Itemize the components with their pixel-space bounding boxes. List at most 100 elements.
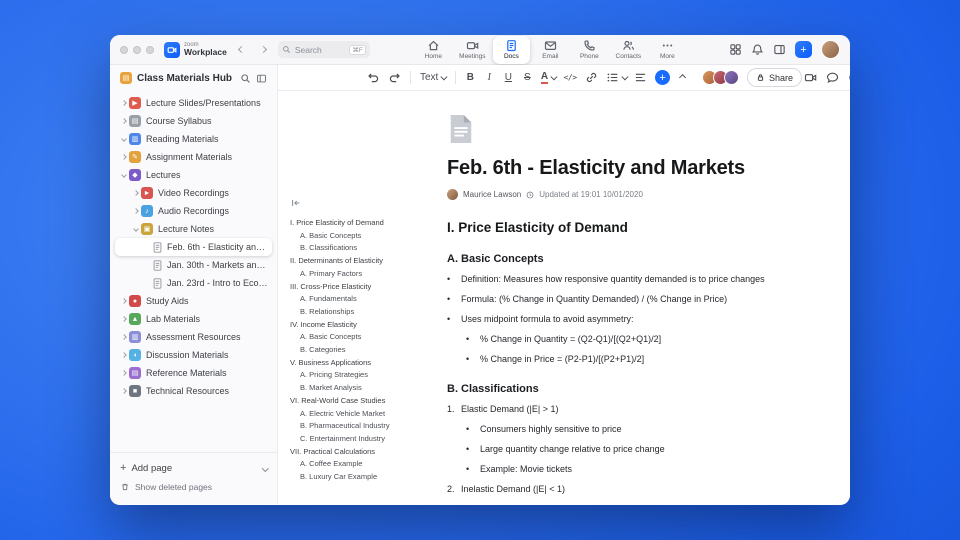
expand-chevron-icon[interactable] (119, 118, 129, 124)
outline-item[interactable]: A. Coffee Example (290, 458, 442, 471)
sidebar-item[interactable]: Feb. 6th - Elasticity and M… (115, 238, 272, 256)
text-color-button[interactable]: A (538, 69, 559, 87)
sidebar-item[interactable]: Jan. 30th - Markets and P… (115, 256, 272, 274)
expand-chevron-icon[interactable] (131, 190, 141, 196)
sidebar-search-icon[interactable] (240, 73, 251, 84)
show-deleted-pages-button[interactable]: Show deleted pages (120, 478, 267, 496)
doc-block[interactable]: • Consumers highly sensitive to price (466, 423, 821, 436)
outline-item[interactable]: V. Business Applications (290, 357, 442, 370)
outline-item[interactable]: A. Pricing Strategies (290, 369, 442, 382)
doc-block[interactable]: • Example: Movie tickets (466, 463, 821, 476)
close-button[interactable] (120, 45, 128, 54)
list-button[interactable] (603, 69, 630, 87)
collaborator-avatar[interactable] (724, 70, 740, 85)
doc-block[interactable]: 2. Inelastic Demand (|E| < 1) (447, 483, 821, 496)
tab-more[interactable]: More (649, 36, 686, 64)
collapse-toolbar-button[interactable] (675, 69, 692, 87)
outline-item[interactable]: VI. Real-World Case Studies (290, 395, 442, 408)
outline-item[interactable]: A. Basic Concepts (290, 230, 442, 243)
share-button[interactable]: Share (747, 68, 803, 87)
sidebar-item[interactable]: ◆ Lectures (115, 166, 272, 184)
expand-chevron-icon[interactable] (143, 281, 153, 285)
expand-chevron-icon[interactable] (131, 226, 141, 232)
outline-item[interactable]: A. Primary Factors (290, 268, 442, 281)
sidebar-item[interactable]: ▣ Lecture Notes (115, 220, 272, 238)
expand-chevron-icon[interactable] (131, 208, 141, 214)
outline-item[interactable]: III. Cross-Price Elasticity (290, 281, 442, 294)
sidebar-item[interactable]: ✎ Assignment Materials (115, 148, 272, 166)
outline-item[interactable]: B. Luxury Car Example (290, 471, 442, 484)
sidebar-item[interactable]: ■ Technical Resources (115, 382, 272, 400)
document-scroll-area[interactable]: I. Price Elasticity of Demand A. Basic Co… (278, 91, 850, 504)
sidebar-item[interactable]: ◖ Discussion Materials (115, 346, 272, 364)
bold-button[interactable]: B (462, 69, 479, 87)
tab-meetings[interactable]: Meetings (454, 36, 491, 64)
outline-item[interactable]: B. Pharmaceutical Industry (290, 420, 442, 433)
video-record-icon[interactable] (804, 71, 817, 84)
sidebar-item[interactable]: ▶ Lecture Slides/Presentations (115, 94, 272, 112)
expand-chevron-icon[interactable] (119, 370, 129, 376)
expand-chevron-icon[interactable] (119, 136, 129, 142)
expand-chevron-icon[interactable] (119, 316, 129, 322)
sidebar-item[interactable]: ► Video Recordings (115, 184, 272, 202)
expand-chevron-icon[interactable] (119, 100, 129, 106)
side-panel-icon[interactable] (773, 43, 786, 56)
comments-icon[interactable] (826, 71, 839, 84)
document-page[interactable]: Feb. 6th - Elasticity and Markets Mauric… (447, 91, 821, 503)
doc-block[interactable]: • Definition: Measures how responsive qu… (447, 273, 821, 286)
user-avatar[interactable] (821, 40, 840, 59)
doc-block[interactable]: • Large quantity change relative to pric… (466, 443, 821, 456)
tab-docs[interactable]: Docs (492, 35, 530, 64)
zoom-window-button[interactable] (146, 45, 154, 54)
doc-block[interactable]: • Formula: (% Change in Quantity Demande… (447, 293, 821, 306)
new-item-button[interactable]: + (795, 41, 812, 58)
sidebar-item[interactable]: ▥ Assessment Resources (115, 328, 272, 346)
undo-button[interactable] (364, 69, 383, 87)
sidebar-item[interactable]: ▥ Reading Materials (115, 130, 272, 148)
sidebar-item[interactable]: ▲ Lab Materials (115, 310, 272, 328)
collapse-outline-icon[interactable] (290, 197, 302, 209)
expand-chevron-icon[interactable] (119, 388, 129, 394)
link-button[interactable] (582, 69, 601, 87)
collapse-sidebar-icon[interactable] (256, 73, 267, 84)
outline-item[interactable]: B. Categories (290, 344, 442, 357)
outline-item[interactable]: A. Electric Vehicle Market (290, 408, 442, 421)
sidebar-item[interactable]: ▤ Course Syllabus (115, 112, 272, 130)
tab-home[interactable]: Home (415, 36, 452, 64)
add-page-button[interactable]: + Add page (120, 458, 268, 478)
outline-item[interactable]: C. Entertainment Industry (290, 433, 442, 446)
sidebar-item[interactable]: Jan. 23rd - Intro to Econo… (115, 274, 272, 292)
outline-item[interactable]: B. Relationships (290, 306, 442, 319)
sidebar-item[interactable]: ▤ Reference Materials (115, 364, 272, 382)
expand-chevron-icon[interactable] (119, 298, 129, 304)
expand-chevron-icon[interactable] (119, 334, 129, 340)
add-page-menu-chevron-icon[interactable] (261, 464, 268, 472)
underline-button[interactable]: U (500, 69, 517, 87)
insert-button[interactable]: + (652, 69, 673, 87)
outline-item[interactable]: A. Basic Concepts (290, 331, 442, 344)
sidebar-item[interactable]: ♪ Audio Recordings (115, 202, 272, 220)
doc-block[interactable]: • % Change in Price = (P2-P1)/[(P2+P1)/2… (466, 353, 821, 366)
expand-chevron-icon[interactable] (119, 172, 129, 178)
outline-item[interactable]: II. Determinants of Elasticity (290, 255, 442, 268)
outline-item[interactable]: A. Fundamentals (290, 293, 442, 306)
expand-chevron-icon[interactable] (119, 352, 129, 358)
redo-button[interactable] (385, 69, 404, 87)
outline-item[interactable]: I. Price Elasticity of Demand (290, 217, 442, 230)
tab-phone[interactable]: Phone (571, 36, 608, 64)
doc-block[interactable]: A. Basic Concepts (447, 252, 821, 266)
minimize-button[interactable] (133, 45, 141, 54)
expand-chevron-icon[interactable] (143, 245, 153, 249)
tab-contacts[interactable]: Contacts (610, 36, 647, 64)
doc-block[interactable]: • Uses midpoint formula to avoid asymmet… (447, 313, 821, 326)
align-button[interactable] (631, 69, 650, 87)
sidebar-item[interactable]: ● Study Aids (115, 292, 272, 310)
expand-chevron-icon[interactable] (143, 263, 153, 267)
outline-item[interactable]: IV. Income Elasticity (290, 319, 442, 332)
doc-block[interactable]: 1. Elastic Demand (|E| > 1) (447, 403, 821, 416)
outline-item[interactable]: B. Market Analysis (290, 382, 442, 395)
strikethrough-button[interactable]: S (519, 69, 536, 87)
apps-grid-icon[interactable] (729, 43, 742, 56)
expand-chevron-icon[interactable] (119, 154, 129, 160)
code-button[interactable]: </> (561, 69, 580, 87)
